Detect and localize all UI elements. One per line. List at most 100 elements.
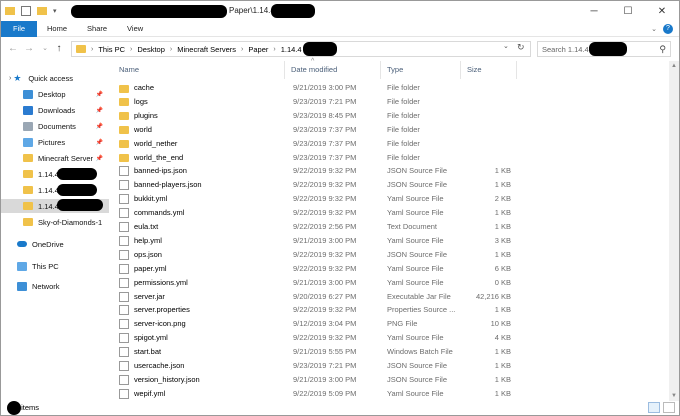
new-folder-icon[interactable]: [37, 7, 47, 15]
minimize-button[interactable]: ─: [577, 1, 611, 21]
file-size: 1 KB: [494, 166, 511, 176]
breadcrumb-desktop[interactable]: Desktop: [137, 45, 165, 54]
file-row[interactable]: world 9/23/2019 7:37 PM File folder: [113, 123, 669, 137]
file-date: 9/22/2019 9:32 PM: [293, 180, 357, 190]
breadcrumb-this-pc[interactable]: This PC: [98, 45, 125, 54]
expand-ribbon-icon[interactable]: ⌄: [651, 25, 657, 33]
file-row[interactable]: server.properties 9/22/2019 9:32 PM Proper…: [113, 303, 669, 317]
address-bar[interactable]: › This PC › Desktop › Minecraft Servers …: [71, 41, 531, 57]
address-dropdown-icon[interactable]: ⌄: [503, 42, 509, 50]
scroll-down-icon[interactable]: ▼: [669, 391, 679, 401]
file-row[interactable]: wepif.yml 9/22/2019 5:09 PM Yaml Source Fi…: [113, 387, 669, 401]
pin-icon: 📌: [95, 155, 103, 162]
column-date-modified[interactable]: Date modified: [285, 61, 381, 79]
redaction: [271, 4, 315, 18]
properties-icon[interactable]: [21, 6, 31, 16]
breadcrumb-paper[interactable]: Paper: [248, 45, 268, 54]
nav-label: Sky-of-Diamonds-1: [38, 217, 103, 227]
file-type: Yaml Source File: [387, 388, 444, 398]
file-row[interactable]: banned-players.json 9/22/2019 9:32 PM JSON…: [113, 178, 669, 192]
file-name: banned-ips.json: [134, 166, 187, 176]
folder-icon: [23, 170, 33, 178]
file-date: 9/23/2019 7:21 PM: [293, 96, 357, 106]
tab-file[interactable]: File: [1, 21, 37, 37]
tab-share[interactable]: Share: [77, 21, 117, 37]
nav-quick-access[interactable]: › ★ Quick access: [9, 71, 117, 85]
file-row[interactable]: banned-ips.json 9/22/2019 9:32 PM JSON Sou…: [113, 164, 669, 178]
file-row[interactable]: server-icon.png 9/12/2019 3:04 PM PNG File…: [113, 317, 669, 331]
scroll-up-icon[interactable]: ▲: [669, 61, 679, 71]
file-type: Text Document: [387, 222, 438, 231]
nav-this-pc[interactable]: This PC: [17, 259, 125, 273]
close-button[interactable]: ✕: [645, 1, 679, 21]
forward-button[interactable]: →: [23, 42, 35, 56]
column-size[interactable]: Size: [461, 61, 517, 79]
nav-item[interactable]: 1.14.4: [1, 183, 109, 197]
tab-view[interactable]: View: [117, 21, 153, 37]
nav-label: 1.14.4: [38, 169, 59, 179]
explorer-window: ▾ Paper\1.14.4 ─ ☐ ✕ File Home Share Vie…: [0, 0, 680, 416]
window-controls: ─ ☐ ✕: [577, 1, 679, 21]
up-button[interactable]: ↑: [53, 42, 65, 56]
recent-locations-button[interactable]: ⌄: [39, 42, 51, 56]
file-row[interactable]: server.jar 9/20/2019 6:27 PM Executable Ja…: [113, 290, 669, 304]
file-row[interactable]: commands.yml 9/22/2019 9:32 PM Yaml Source…: [113, 206, 669, 220]
file-row[interactable]: usercache.json 9/23/2019 7:21 PM JSON Sour…: [113, 359, 669, 373]
file-row[interactable]: world_nether 9/23/2019 7:37 PM File folder: [113, 137, 669, 151]
nav-item[interactable]: Desktop 📌: [1, 87, 109, 101]
downloads-icon: [23, 105, 33, 115]
file-row[interactable]: plugins 9/23/2019 8:45 PM File folder: [113, 109, 669, 123]
file-type: PNG File: [387, 319, 418, 329]
file-row[interactable]: paper.yml 9/22/2019 9:32 PM Yaml Source Fi…: [113, 262, 669, 276]
chevron-right-icon: ›: [241, 45, 244, 53]
nav-item[interactable]: Sky-of-Diamonds-1: [1, 215, 109, 229]
file-name: bukkit.yml: [134, 194, 168, 204]
file-name: paper.yml: [134, 263, 167, 273]
file-row[interactable]: ops.json 9/22/2019 9:32 PM JSON Source Fil…: [113, 248, 669, 262]
nav-item[interactable]: Minecraft Server 📌: [1, 151, 109, 165]
file-row[interactable]: start.bat 9/21/2019 5:55 PM Windows Batch …: [113, 345, 669, 359]
file-date: 9/21/2019 3:00 PM: [293, 374, 357, 384]
file-row[interactable]: version_history.json 9/21/2019 3:00 PM JSO…: [113, 373, 669, 387]
tab-home[interactable]: Home: [37, 21, 77, 37]
breadcrumb-minecraft-servers[interactable]: Minecraft Servers: [177, 45, 236, 54]
file-row[interactable]: help.yml 9/21/2019 3:00 PM Yaml Source Fil…: [113, 234, 669, 248]
file-row[interactable]: cache 9/21/2019 3:00 PM File folder: [113, 81, 669, 95]
file-name: wepif.yml: [134, 388, 166, 398]
back-button[interactable]: ←: [7, 42, 19, 56]
file-row[interactable]: logs 9/23/2019 7:21 PM File folder: [113, 95, 669, 109]
column-type[interactable]: Type: [381, 61, 461, 79]
file-size: 42,216 KB: [475, 291, 511, 301]
column-name[interactable]: Name: [113, 61, 285, 79]
file-row[interactable]: permissions.yml 9/21/2019 3:00 PM Yaml Sou…: [113, 276, 669, 290]
details-view-icon[interactable]: [648, 402, 660, 413]
file-name-cell: ops.json: [119, 248, 162, 262]
maximize-button[interactable]: ☐: [611, 1, 645, 21]
breadcrumb-current[interactable]: 1.14.4: [281, 45, 302, 54]
nav-item[interactable]: Documents 📌: [1, 119, 109, 133]
search-box[interactable]: Search 1.14.4 ⚲: [537, 41, 671, 57]
nav-item[interactable]: 1.14.4: [1, 167, 109, 181]
file-row[interactable]: spigot.yml 9/22/2019 9:32 PM Yaml Source F…: [113, 331, 669, 345]
search-placeholder: Search 1.14.4: [542, 44, 589, 54]
nav-network[interactable]: Network: [17, 279, 125, 293]
customize-toolbar-icon[interactable]: ▾: [53, 7, 57, 15]
nav-item[interactable]: Pictures 📌: [1, 135, 109, 149]
file-icon: [119, 222, 129, 232]
file-size: 1 KB: [494, 208, 511, 218]
file-icon: [119, 166, 129, 177]
nav-item[interactable]: Downloads 📌: [1, 103, 109, 117]
file-row[interactable]: bukkit.yml 9/22/2019 9:32 PM Yaml Source F…: [113, 192, 669, 206]
file-type: File folder: [387, 124, 420, 134]
file-row[interactable]: world_the_end 9/23/2019 7:37 PM File folde…: [113, 151, 669, 165]
nav-onedrive[interactable]: OneDrive: [17, 237, 125, 251]
file-row[interactable]: eula.txt 9/22/2019 2:56 PM Text Document 1 …: [113, 220, 669, 234]
nav-item[interactable]: 1.14.4: [1, 199, 109, 213]
large-icons-view-icon[interactable]: [663, 402, 675, 413]
vertical-scrollbar[interactable]: ▲ ▼: [669, 61, 679, 401]
file-name: start.bat: [134, 347, 162, 357]
help-icon[interactable]: ?: [663, 24, 673, 34]
folder-icon: [23, 154, 33, 162]
refresh-icon[interactable]: ↻: [517, 42, 525, 53]
file-name: world_the_end: [134, 152, 184, 162]
